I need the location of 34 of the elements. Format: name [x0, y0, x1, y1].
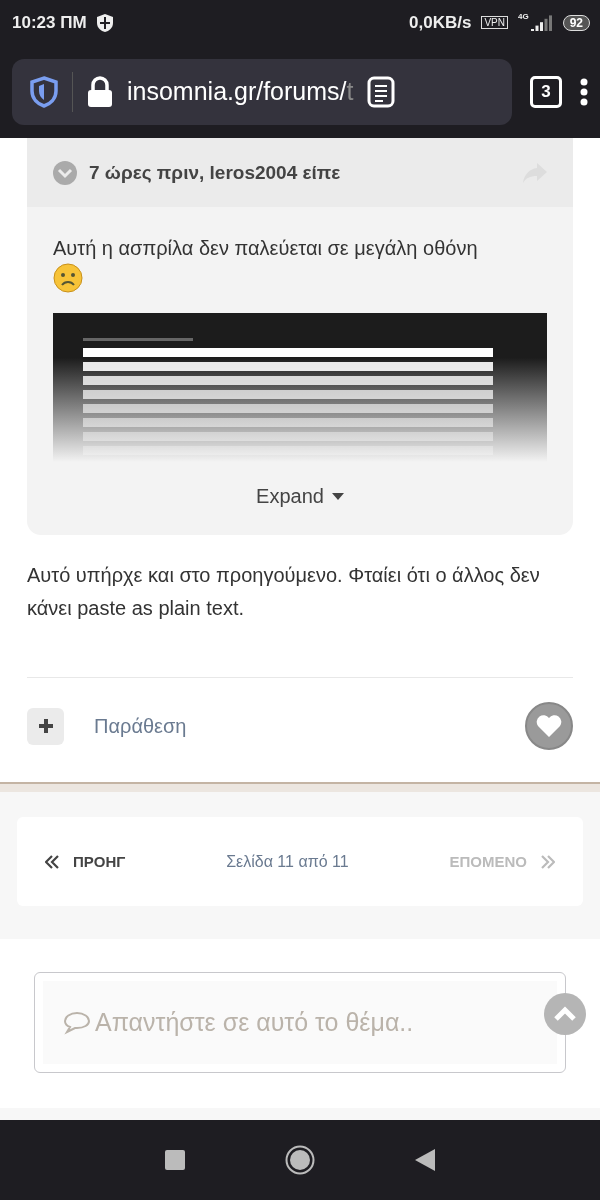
clock: 10:23 ΠΜ: [12, 12, 87, 33]
worried-face-icon: [53, 263, 83, 293]
double-chevron-left-icon: [45, 854, 59, 869]
expand-button[interactable]: Expand: [250, 484, 350, 509]
previous-link[interactable]: ΠΡΟΗΓ: [45, 853, 126, 870]
signal-icon: [530, 14, 553, 31]
heart-icon: [536, 714, 562, 738]
back-icon[interactable]: [415, 1149, 435, 1171]
speech-bubble-icon: [63, 1010, 91, 1035]
page-indicator: Σελίδα 11 από 11: [226, 852, 349, 871]
double-chevron-right-icon: [541, 854, 555, 869]
reader-mode-icon[interactable]: [367, 75, 396, 108]
battery-indicator: 92: [562, 14, 590, 31]
lock-icon: [87, 75, 113, 108]
quote-text: Αυτή η ασπρίλα δεν παλεύεται σε μεγάλη οθόνη: [53, 236, 479, 261]
menu-icon[interactable]: [580, 77, 588, 106]
network-speed: 0,0KB/s: [409, 12, 472, 33]
quote-link[interactable]: Παράθεση: [94, 714, 495, 738]
network-type: 4G: [517, 12, 529, 21]
post-text: Αυτό υπήρχε και στο προηγούμενο. Φταίει ότι ο άλλος δεν κάνει paste as plain text.: [27, 563, 541, 621]
url-field[interactable]: insomnia.gr/forums/t: [127, 77, 354, 106]
plus-icon: [37, 718, 54, 734]
shield-icon[interactable]: [30, 75, 58, 108]
add-button[interactable]: [27, 707, 64, 745]
reply-field[interactable]: Απαντήστε σε αυτό το θέμα..: [43, 981, 557, 1064]
chevron-up-icon: [553, 1006, 577, 1022]
tab-count-button[interactable]: 3: [530, 75, 562, 108]
like-button[interactable]: [525, 702, 573, 750]
reply-input[interactable]: Απαντήστε σε αυτό το θέμα..: [95, 1008, 440, 1037]
home-icon[interactable]: [285, 1145, 315, 1175]
quote-author: 7 ώρες πριν, leros2004 είπε: [89, 161, 342, 184]
caret-icon: [331, 493, 344, 500]
shield-icon: [96, 13, 113, 32]
vpn-indicator: VPN: [481, 16, 508, 29]
